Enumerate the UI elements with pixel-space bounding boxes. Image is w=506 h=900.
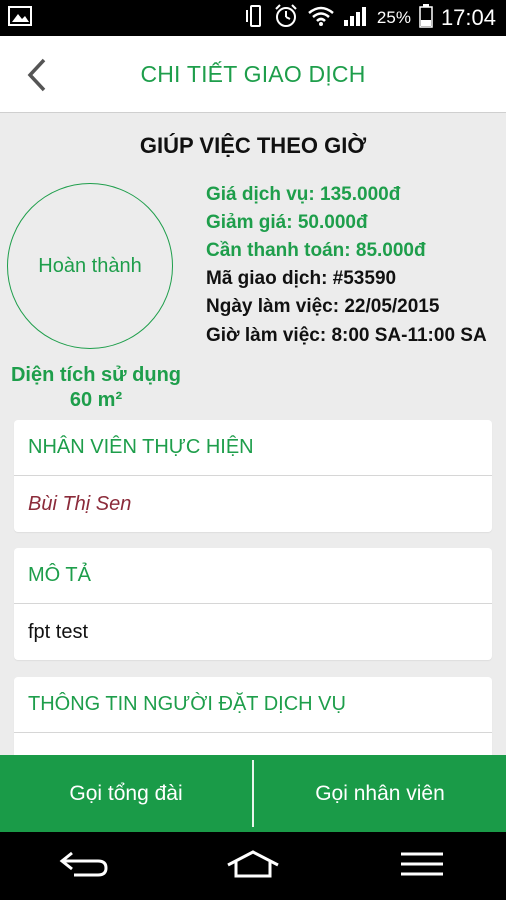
home-icon [225,849,281,884]
transaction-detail-content[interactable]: GIÚP VIỆC THEO GIỜ Hoàn thành Diện tích … [0,113,506,755]
back-icon [58,849,110,884]
status-bar: 25% 17:04 [0,0,506,36]
app-bar: CHI TIẾT GIAO DỊCH [0,36,506,113]
description-card: MÔ TẢ fpt test [14,548,492,660]
area-info: Diện tích sử dụng 60 m² [0,363,192,413]
page-title: CHI TIẾT GIAO DỊCH [140,61,366,87]
area-label: Diện tích sử dụng [10,364,182,386]
call-staff-button[interactable]: Gọi nhân viên [254,755,506,832]
nav-back-button[interactable] [54,846,114,886]
transaction-info: Giá dịch vụ: 135.000đ Giảm giá: 50.000đ … [206,181,496,348]
booker-card-header: THÔNG TIN NGƯỜI ĐẶT DỊCH VỤ [14,677,492,733]
image-icon [8,5,32,31]
booker-card-body [14,733,492,755]
signal-icon [343,5,369,32]
description-card-header: MÔ TẢ [14,548,492,604]
transaction-id: Mã giao dịch: #53590 [206,268,397,289]
staff-name: Bùi Thị Sen [28,492,132,515]
status-circle: Hoàn thành [7,183,173,349]
staff-card: NHÂN VIÊN THỰC HIỆN Bùi Thị Sen [14,420,492,532]
menu-icon [399,851,445,882]
status-label: Hoàn thành [38,254,142,277]
call-hotline-button[interactable]: Gọi tổng đài [0,755,252,832]
description-text: fpt test [28,620,89,643]
battery-icon [419,3,433,33]
work-time: Giờ làm việc: 8:00 SA-11:00 SA [206,325,487,346]
nav-menu-button[interactable] [392,846,452,886]
discount: Giảm giá: 50.000đ [206,212,368,233]
system-nav-bar [0,832,506,900]
service-title: GIÚP VIỆC THEO GIỜ [139,133,367,158]
area-value: 60 m² [69,389,123,411]
service-price: Giá dịch vụ: 135.000đ [206,184,401,205]
phone-vibrate-icon [245,4,265,33]
clock: 17:04 [440,5,496,30]
booker-card: THÔNG TIN NGƯỜI ĐẶT DỊCH VỤ [14,677,492,755]
amount-due: Cần thanh toán: 85.000đ [206,240,426,261]
staff-card-header: NHÂN VIÊN THỰC HIỆN [14,420,492,476]
work-date: Ngày làm việc: 22/05/2015 [206,296,440,317]
alarm-icon [273,3,299,34]
action-bar: Gọi tổng đài Gọi nhân viên [0,755,506,832]
battery-percent: 25% [376,8,411,27]
wifi-icon [307,5,335,32]
nav-home-button[interactable] [223,846,283,886]
